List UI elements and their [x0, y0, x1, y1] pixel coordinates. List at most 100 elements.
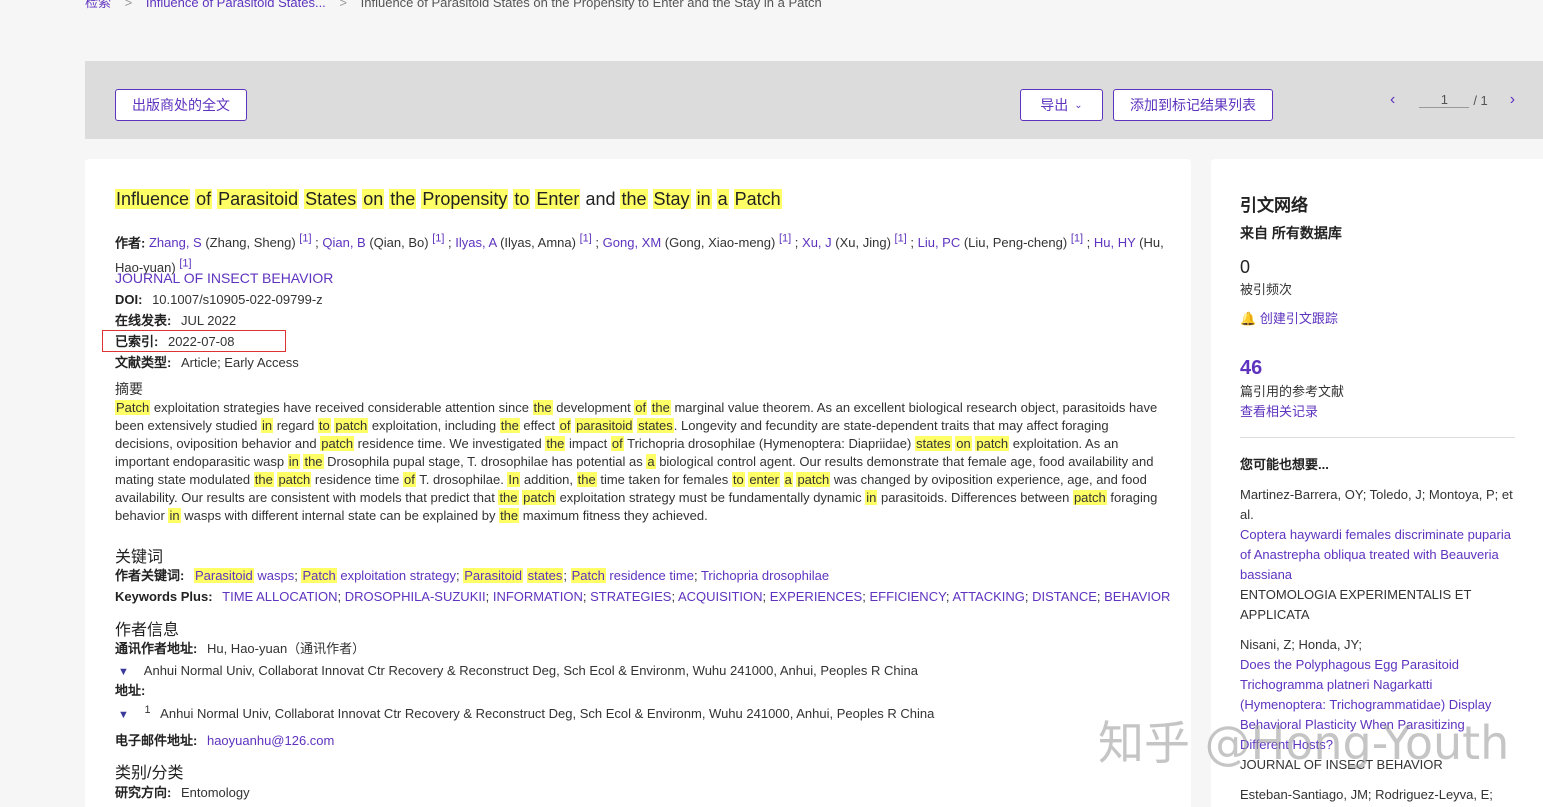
highlighted-term: Parasitoid	[193, 568, 254, 583]
publisher-fulltext-button[interactable]: 出版商处的全文	[115, 89, 247, 121]
highlighted-term: Influence	[115, 189, 191, 209]
times-cited-count: 0	[1240, 257, 1251, 277]
cited-references-count[interactable]: 46	[1240, 358, 1262, 378]
author-link[interactable]: Liu, PC	[918, 235, 961, 250]
suggestion-title-link[interactable]: Coptera haywardi females discriminate pu…	[1240, 525, 1515, 585]
highlighted-term: patch	[1072, 490, 1107, 505]
online-date-label: 在线发表:	[115, 313, 172, 328]
highlighted-term: Patch	[570, 568, 606, 583]
text-segment	[712, 189, 717, 209]
highlighted-term: enter	[748, 472, 780, 487]
text-segment: development	[552, 400, 635, 415]
text-segment: Trichopria drosophilae (Hymenoptera: Dia…	[623, 436, 915, 451]
research-area-line: 研究方向: Entomology	[115, 784, 250, 801]
highlighted-term: Patch	[115, 400, 151, 415]
highlighted-term: of	[195, 189, 213, 209]
text-segment: impact	[565, 436, 611, 451]
research-area-label: 研究方向:	[115, 785, 172, 800]
view-related-records-link[interactable]: 查看相关记录	[1240, 402, 1318, 422]
journal-link[interactable]: JOURNAL OF INSECT BEHAVIOR	[115, 270, 333, 287]
doi-value: 10.1007/s10905-022-09799-z	[152, 292, 323, 307]
keyword-plus-link[interactable]: STRATEGIES	[590, 589, 671, 604]
text-segment: regard	[273, 418, 318, 433]
text-segment: exploitation, including	[368, 418, 500, 433]
highlighted-term: parasitoid	[575, 418, 634, 433]
author-keyword-link[interactable]: Patch residence time	[570, 568, 694, 583]
highlighted-term: in	[865, 490, 878, 505]
text-segment	[648, 189, 653, 209]
breadcrumb-home[interactable]: 检索	[85, 0, 111, 10]
export-button[interactable]: 导出 ⌄	[1020, 89, 1103, 121]
highlighted-term: a	[783, 472, 793, 487]
journal-name[interactable]: JOURNAL OF INSECT BEHAVIOR	[115, 270, 333, 286]
author-link[interactable]: Qian, B	[322, 235, 365, 250]
highlighted-term: to	[513, 189, 531, 209]
suggestion-journal: ENTOMOLOGIA EXPERIMENTALIS ET APPLICATA	[1240, 587, 1472, 622]
bell-icon: 🔔	[1240, 311, 1257, 326]
keyword-plus-link[interactable]: INFORMATION	[493, 589, 583, 604]
author-keyword-link[interactable]: Parasitoid wasps	[193, 568, 294, 583]
affiliation-ref-link[interactable]: [1]	[1071, 233, 1083, 245]
highlighted-term: the	[545, 436, 566, 451]
text-segment: exploitation strategy	[336, 568, 456, 583]
create-citation-alert-link[interactable]: 🔔 创建引文跟踪	[1240, 309, 1338, 329]
breadcrumb-current: Influence of Parasitoid States on the Pr…	[360, 0, 822, 10]
affiliation-ref-link[interactable]: [1]	[580, 233, 592, 245]
document-type-label: 文献类型:	[115, 355, 172, 370]
page-total: / 1	[1473, 92, 1488, 108]
highlighted-term: Parasitoid	[463, 568, 524, 583]
author-link[interactable]: Gong, XM	[603, 235, 662, 250]
keyword-plus-link[interactable]: ATTACKING	[952, 589, 1024, 604]
author-keyword-link[interactable]: Parasitoid states	[463, 568, 564, 583]
highlighted-term: a	[716, 189, 729, 209]
affiliation-ref-link[interactable]: [1]	[179, 257, 191, 269]
keyword-plus-link[interactable]: ACQUISITION	[678, 589, 763, 604]
chevron-down-icon: ⌄	[1074, 99, 1083, 111]
add-to-marked-list-button[interactable]: 添加到标记结果列表	[1113, 89, 1273, 121]
times-cited-label: 被引频次	[1240, 282, 1293, 297]
keyword-plus-link[interactable]: DISTANCE	[1032, 589, 1097, 604]
author-fullname: (Zhang, Sheng)	[201, 235, 300, 251]
category-heading: 类别/分类	[115, 765, 184, 782]
author-info-heading: 作者信息	[115, 622, 180, 639]
document-type-line: 文献类型: Article; Early Access	[115, 354, 299, 371]
online-date-line: 在线发表: JUL 2022	[115, 312, 236, 329]
author-link[interactable]: Ilyas, A	[455, 235, 496, 250]
highlighted-term: of	[634, 400, 648, 415]
text-segment: effect	[519, 418, 559, 433]
page-number-input[interactable]	[1419, 92, 1470, 108]
keyword-plus-link[interactable]: TIME ALLOCATION	[222, 589, 337, 604]
keyword-plus-link[interactable]: EXPERIENCES	[770, 589, 862, 604]
affiliation-ref-link[interactable]: [1]	[779, 233, 791, 245]
keyword-plus-link[interactable]: BEHAVIOR	[1104, 589, 1170, 604]
author-keyword-link[interactable]: Trichopria drosophilae	[701, 568, 829, 583]
text-segment: Trichopria drosophilae	[700, 568, 830, 583]
chevron-right-icon[interactable]: ›	[1510, 91, 1515, 109]
author-link[interactable]: Hu, HY	[1094, 235, 1136, 250]
highlighted-term: to	[731, 472, 745, 487]
affiliation-ref-link[interactable]: [1]	[299, 233, 311, 245]
abstract-heading: 摘要	[115, 381, 143, 397]
keyword-plus-link[interactable]: EFFICIENCY	[869, 589, 945, 604]
suggestion-item: Esteban-Santiago, JM; Rodriguez-Leyva, E…	[1240, 785, 1515, 805]
corresponding-author-name: Hu, Hao-yuan（通讯作者）	[206, 641, 366, 656]
chevron-left-icon[interactable]: ‹	[1390, 91, 1395, 109]
author-fullname: (Xu, Jing)	[831, 235, 895, 251]
author-link[interactable]: Zhang, S	[149, 235, 202, 250]
expand-triangle-icon[interactable]: ▼	[118, 709, 129, 721]
author-keyword-link[interactable]: Patch exploitation strategy	[301, 568, 456, 583]
keyword-plus-link[interactable]: DROSOPHILA-SUZUKII	[345, 589, 486, 604]
highlighted-term: Parasitoid	[217, 189, 300, 209]
indexed-date-value: 2022-07-08	[167, 334, 235, 349]
author-fullname: (Ilyas, Amna)	[496, 235, 580, 251]
author-link[interactable]: Xu, J	[802, 235, 832, 250]
suggestion-authors: Martinez-Barrera, OY; Toledo, J; Montoya…	[1240, 487, 1513, 522]
affiliation-ref-link[interactable]: [1]	[432, 233, 444, 245]
email-link[interactable]: haoyuanhu@126.com	[207, 733, 334, 748]
corresponding-address-line: ▼ Anhui Normal Univ, Collaborat Innovat …	[115, 662, 918, 681]
breadcrumb-query[interactable]: Influence of Parasitoid States...	[146, 0, 326, 10]
online-date-value: JUL 2022	[180, 313, 237, 328]
expand-triangle-icon[interactable]: ▼	[118, 666, 129, 678]
affiliation-ref-link[interactable]: [1]	[895, 233, 907, 245]
create-citation-alert-label: 创建引文跟踪	[1259, 311, 1338, 326]
